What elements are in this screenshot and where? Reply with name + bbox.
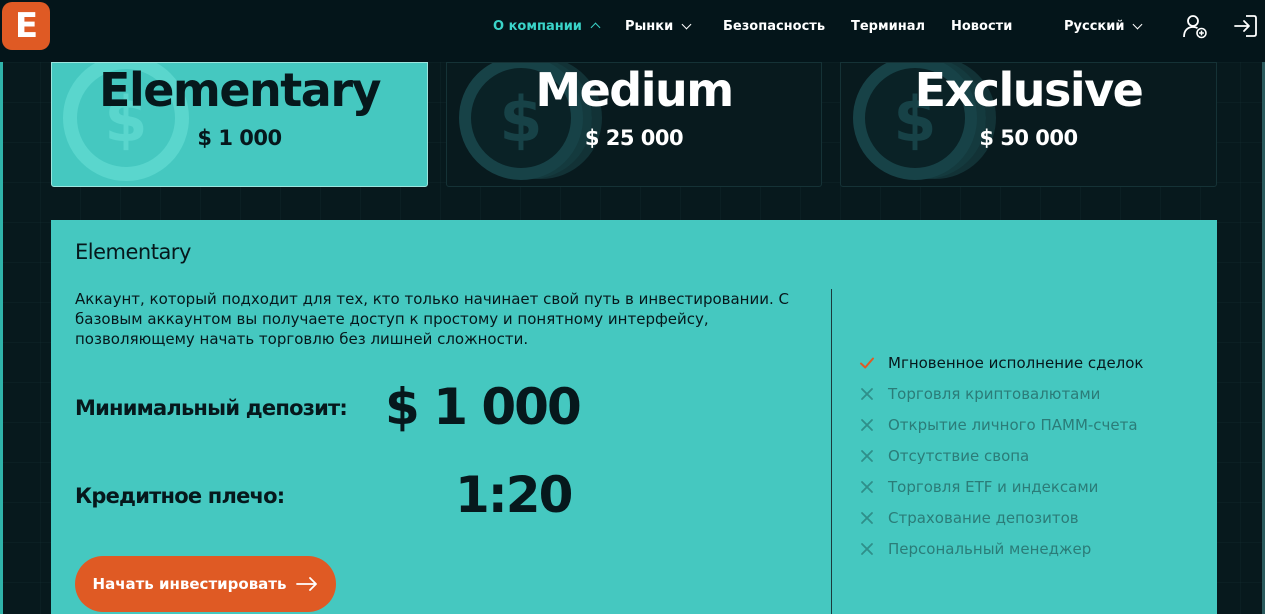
cross-icon <box>861 387 873 400</box>
plan-detail-panel: Elementary Аккаунт, который подходит для… <box>51 220 1217 614</box>
feature-item: Мгновенное исполнение сделок <box>859 347 1144 378</box>
detail-title: Elementary <box>75 240 191 264</box>
nav-label: Безопасность <box>723 18 826 34</box>
nav-label: Новости <box>951 18 1013 34</box>
feature-label: Торговля ETF и индексами <box>888 477 1099 496</box>
feature-item: Торговля ETF и индексами <box>859 471 1144 502</box>
logo-letter: E <box>14 6 38 46</box>
nav-label: Терминал <box>851 18 926 34</box>
feature-item: Открытие личного ПАММ-счета <box>859 409 1144 440</box>
cross-icon <box>861 542 873 555</box>
chevron-down-icon <box>681 19 692 29</box>
language-label: Русский <box>1064 18 1125 34</box>
plan-card-exclusive[interactable]: $ Exclusive $ 50 000 <box>840 62 1217 187</box>
nav-item-news[interactable]: Новости <box>951 19 1012 34</box>
cta-label: Начать инвестировать <box>92 575 287 593</box>
cross-icon <box>861 449 873 462</box>
top-header: E О компании Рынки Безопасность Терминал… <box>0 0 1265 62</box>
plan-name: Medium <box>535 63 734 117</box>
feature-label: Открытие личного ПАММ-счета <box>888 415 1138 434</box>
nav-label: Рынки <box>625 18 674 34</box>
plan-price: $ 1 000 <box>197 126 282 150</box>
language-selector[interactable]: Русский <box>1064 18 1143 34</box>
plan-price: $ 50 000 <box>979 126 1078 150</box>
feature-item: Торговля криптовалютами <box>859 378 1144 409</box>
feature-item: Отсутствие свопа <box>859 440 1144 471</box>
leverage-value: 1:20 <box>455 466 573 524</box>
plan-name: Exclusive <box>914 63 1144 117</box>
feature-label: Отсутствие свопа <box>888 446 1030 465</box>
feature-item: Персональный менеджер <box>859 533 1144 564</box>
user-add-icon[interactable] <box>1182 13 1208 39</box>
nav-item-about[interactable]: О компании <box>493 18 601 34</box>
left-edge-accent <box>0 62 3 614</box>
arrow-right-icon <box>296 577 318 591</box>
min-deposit-label: Минимальный депозит: <box>75 396 348 420</box>
feature-label: Страхование депозитов <box>888 508 1079 527</box>
check-icon <box>860 357 874 368</box>
feature-label: Персональный менеджер <box>888 539 1092 558</box>
plan-name: Elementary <box>99 63 381 117</box>
min-deposit-value: $ 1 000 <box>385 378 582 436</box>
chevron-down-icon <box>1133 19 1143 29</box>
plan-price: $ 25 000 <box>584 126 684 150</box>
login-icon[interactable] <box>1233 13 1259 39</box>
logo[interactable]: E <box>2 2 50 50</box>
start-investing-button[interactable]: Начать инвестировать <box>75 556 336 612</box>
nav-item-terminal[interactable]: Терминал <box>851 19 925 34</box>
feature-list: Мгновенное исполнение сделок Торговля кр… <box>859 347 1144 564</box>
feature-label: Торговля криптовалютами <box>888 384 1101 403</box>
nav-item-markets[interactable]: Рынки <box>625 18 692 34</box>
cross-icon <box>861 480 873 493</box>
cross-icon <box>861 418 873 431</box>
nav-item-security[interactable]: Безопасность <box>723 19 825 34</box>
cross-icon <box>861 511 873 524</box>
feature-label: Мгновенное исполнение сделок <box>888 353 1144 372</box>
plan-card-elementary[interactable]: $ Elementary $ 1 000 <box>51 62 428 187</box>
panel-divider <box>831 289 832 614</box>
plan-card-medium[interactable]: $ Medium $ 25 000 <box>446 62 822 187</box>
nav-label: О компании <box>493 18 582 34</box>
detail-description: Аккаунт, который подходит для тех, кто т… <box>75 290 789 348</box>
chevron-up-icon <box>590 22 601 33</box>
feature-item: Страхование депозитов <box>859 502 1144 533</box>
leverage-label: Кредитное плечо: <box>75 484 285 508</box>
